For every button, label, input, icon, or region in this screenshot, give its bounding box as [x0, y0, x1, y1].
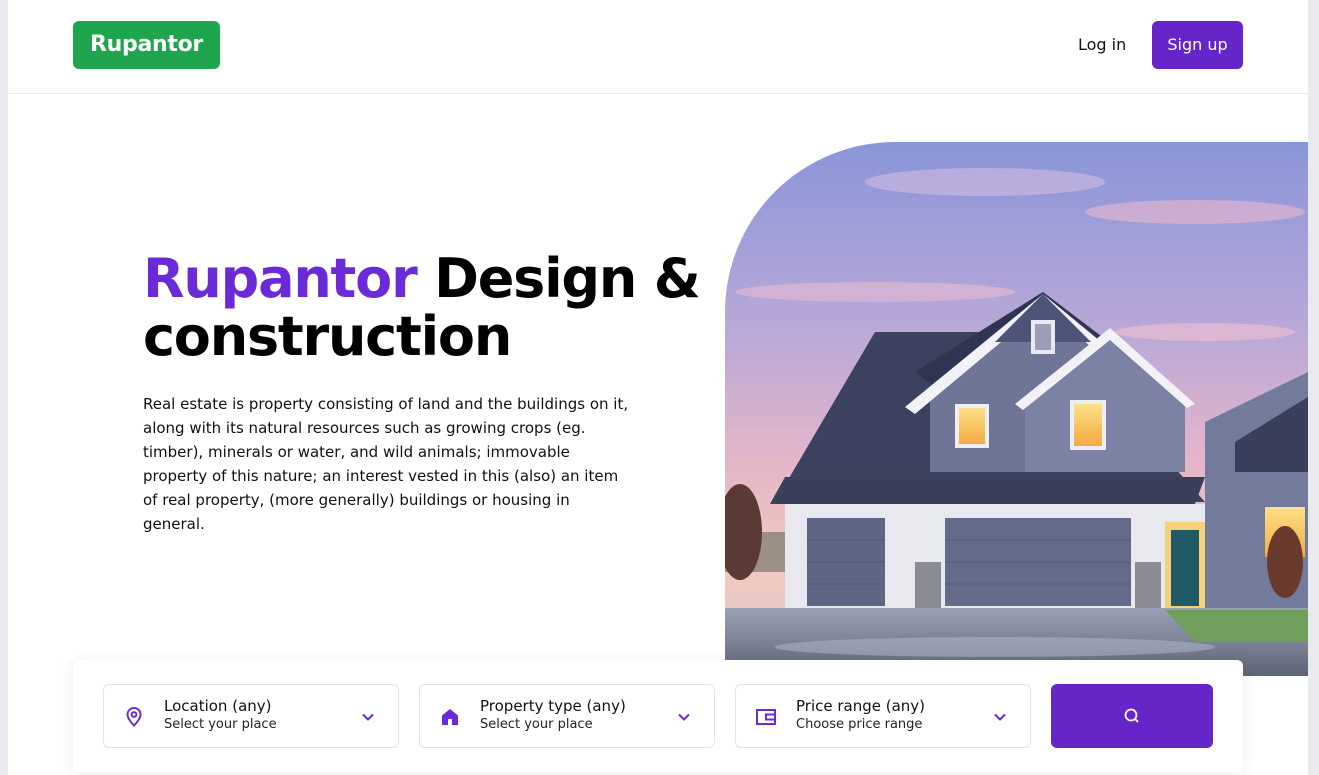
login-link[interactable]: Log in [1078, 32, 1126, 58]
hero-title-line1: Design & [416, 247, 701, 310]
hero-title-line2: construction [143, 305, 512, 368]
hero-description: Real estate is property consisting of la… [143, 395, 629, 533]
house-icon [438, 705, 462, 729]
hero-title: Rupantor Design & construction [143, 250, 723, 366]
signup-button[interactable]: Sign up [1152, 21, 1243, 69]
price-range-dropdown[interactable]: Price range (any) Choose price range [735, 684, 1031, 748]
location-dropdown[interactable]: Location (any) Select your place [103, 684, 399, 748]
chevron-down-icon [990, 707, 1010, 727]
wallet-icon [754, 705, 778, 729]
search-button[interactable] [1051, 684, 1213, 748]
page: Rupantor Log in Sign up Rupantor Design … [8, 0, 1308, 775]
location-subtitle: Select your place [164, 717, 277, 732]
location-title: Location (any) [164, 697, 272, 715]
hero-title-brand: Rupantor [143, 247, 418, 310]
price-range-title: Price range (any) [796, 697, 926, 715]
chevron-down-icon [674, 707, 694, 727]
property-type-subtitle: Select your place [480, 717, 593, 732]
property-type-dropdown[interactable]: Property type (any) Select your place [419, 684, 715, 748]
property-type-title: Property type (any) [480, 697, 626, 715]
chevron-down-icon [358, 707, 378, 727]
map-pin-icon [122, 705, 146, 729]
logo[interactable]: Rupantor [73, 21, 220, 69]
hero-house-image [725, 142, 1308, 676]
site-header: Rupantor Log in Sign up [8, 0, 1308, 94]
search-panel: Location (any) Select your place Propert… [73, 660, 1243, 772]
search-icon [1124, 708, 1139, 723]
price-range-subtitle: Choose price range [796, 717, 923, 732]
